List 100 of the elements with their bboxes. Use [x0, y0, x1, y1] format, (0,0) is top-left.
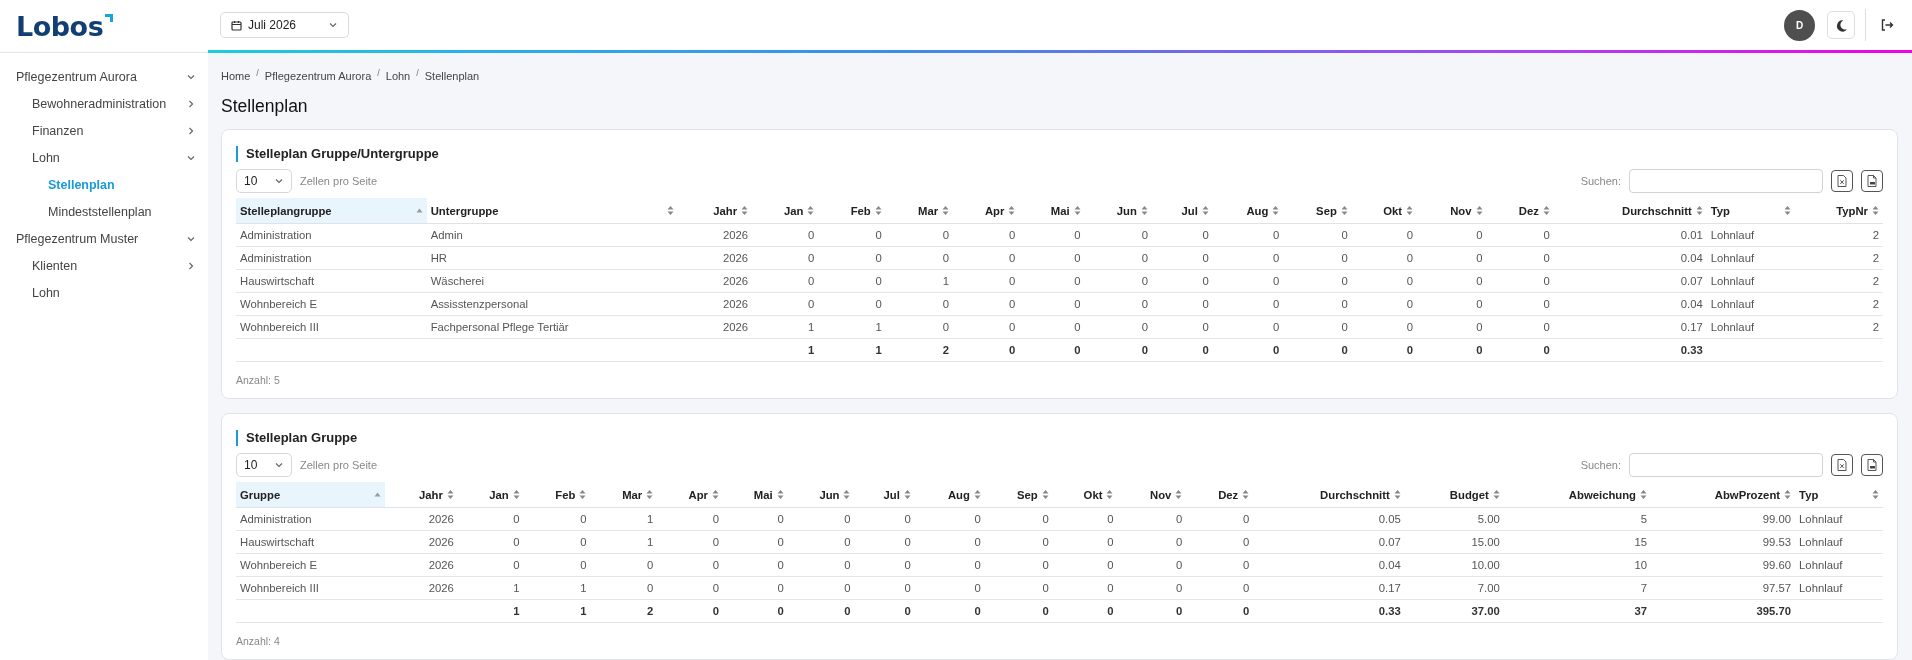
sidebar-item[interactable]: Mindeststellenplan [0, 201, 208, 223]
column-header[interactable]: Durchschnitt [1553, 198, 1707, 224]
pdf-export-button[interactable] [1861, 170, 1883, 192]
total-cell: 0.33 [1253, 599, 1405, 623]
column-header[interactable]: Apr [657, 482, 723, 508]
sort-ascending-icon [373, 492, 381, 497]
total-cell: 1 [752, 338, 819, 362]
page-size-select[interactable]: 10 [236, 453, 292, 477]
column-header[interactable]: Sep [1283, 198, 1352, 224]
column-header[interactable]: Okt [1052, 482, 1118, 508]
dark-mode-button[interactable] [1827, 11, 1855, 39]
table-cell: 0 [1084, 223, 1152, 247]
column-header[interactable]: Durchschnitt [1253, 482, 1405, 508]
sidebar-item[interactable]: Pflegezentrum Muster [0, 228, 208, 250]
sort-icon [776, 490, 784, 499]
table-cell: Lohnlauf [1706, 315, 1796, 339]
sidebar-item[interactable]: Pflegezentrum Aurora [0, 66, 208, 88]
sidebar-item[interactable]: Lohn [0, 147, 208, 169]
column-header[interactable]: Jun [1084, 198, 1152, 224]
table-cell: 0 [1486, 223, 1554, 247]
table-cell: 0 [657, 507, 723, 531]
column-header[interactable]: Mar [885, 198, 954, 224]
column-header[interactable]: Mar [590, 482, 658, 508]
column-header[interactable]: Sep [984, 482, 1053, 508]
column-header[interactable]: Aug [914, 482, 985, 508]
total-cell: 37 [1503, 599, 1651, 623]
column-header[interactable]: Dez [1486, 198, 1554, 224]
month-picker[interactable]: Juli 2026 [220, 12, 350, 38]
column-header[interactable]: Jun [787, 482, 855, 508]
sort-icon [1340, 206, 1348, 215]
sidebar-item[interactable]: Lohn [0, 282, 208, 304]
column-header[interactable]: Feb [818, 198, 886, 224]
column-header[interactable]: Jul [1151, 198, 1213, 224]
excel-export-button[interactable] [1831, 170, 1853, 192]
table-cell: 0 [1417, 292, 1487, 316]
column-header[interactable]: AbwProzent [1651, 482, 1796, 508]
sidebar-item[interactable]: Bewohneradministration [0, 93, 208, 115]
breadcrumb-separator: / [377, 68, 380, 78]
column-header[interactable]: Dez [1186, 482, 1254, 508]
column-header[interactable]: Apr [953, 198, 1020, 224]
sort-icon [1201, 206, 1209, 215]
column-header[interactable]: TypNr [1795, 198, 1883, 224]
sidebar-item[interactable]: Klienten [0, 255, 208, 277]
column-header[interactable]: Typ [1795, 482, 1883, 508]
total-cell: 0 [1417, 338, 1487, 362]
page-size-label: Zellen pro Seite [300, 175, 378, 187]
pdf-file-icon [1867, 175, 1877, 187]
column-header[interactable]: Mai [1019, 198, 1085, 224]
column-header[interactable]: Aug [1212, 198, 1284, 224]
table-cell: 0 [752, 292, 819, 316]
table-cell: Wohnbereich III [236, 576, 385, 600]
column-header[interactable]: Nov [1117, 482, 1187, 508]
column-header[interactable]: Jahr [678, 198, 753, 224]
breadcrumb-link[interactable]: Pflegezentrum Aurora [264, 70, 372, 82]
column-header[interactable]: Jahr [384, 482, 458, 508]
excel-export-button[interactable] [1831, 454, 1853, 476]
table-cell: 0.04 [1553, 292, 1707, 316]
column-header[interactable]: Jan [457, 482, 524, 508]
sort-icon [741, 206, 749, 215]
column-header[interactable]: Feb [523, 482, 591, 508]
table-cell: 10 [1503, 553, 1651, 577]
table-cell: 2 [1795, 223, 1883, 247]
column-header[interactable]: Okt [1351, 198, 1418, 224]
column-header[interactable]: Stelleplangruppe [236, 198, 427, 224]
breadcrumb-link[interactable]: Stellenplan [424, 70, 480, 82]
column-header[interactable]: Jul [854, 482, 915, 508]
table-cell: 0 [1283, 292, 1352, 316]
breadcrumb-separator: / [416, 68, 419, 78]
sort-icon [1492, 490, 1500, 499]
user-avatar[interactable]: D [1784, 9, 1815, 41]
table-cell: 2 [1795, 269, 1883, 293]
column-header[interactable]: Nov [1417, 198, 1487, 224]
column-header[interactable]: Gruppe [236, 482, 385, 508]
table-cell: 0 [1283, 246, 1352, 270]
table-cell: 0 [723, 576, 788, 600]
pdf-export-button[interactable] [1861, 454, 1883, 476]
sort-icon [1242, 490, 1250, 499]
search-field[interactable] [1629, 169, 1823, 193]
breadcrumb-link[interactable]: Lohn [385, 70, 411, 82]
column-header[interactable]: Mai [723, 482, 788, 508]
page-size-select[interactable]: 10 [236, 169, 292, 193]
column-header[interactable]: Jan [752, 198, 819, 224]
column-header[interactable]: Budget [1404, 482, 1504, 508]
section-title: Stelleplan Gruppe/Untergruppe [236, 146, 1883, 162]
breadcrumb-link[interactable]: Home [221, 70, 251, 82]
total-cell: 0 [854, 599, 915, 623]
table-cell: 97.57 [1651, 576, 1796, 600]
sort-icon [667, 206, 675, 215]
column-header[interactable]: Abweichung [1503, 482, 1651, 508]
sort-icon [1041, 490, 1049, 499]
total-cell: 0 [787, 599, 855, 623]
table-cell: 0 [1486, 246, 1554, 270]
table-cell: 0 [657, 553, 723, 577]
column-header[interactable]: Typ [1706, 198, 1796, 224]
sort-icon [712, 490, 719, 499]
column-header[interactable]: Untergruppe [426, 198, 679, 224]
table-cell: 0 [885, 292, 954, 316]
search-field[interactable] [1629, 453, 1823, 477]
sidebar-item[interactable]: Finanzen [0, 120, 208, 142]
table-cell: 0 [818, 269, 886, 293]
